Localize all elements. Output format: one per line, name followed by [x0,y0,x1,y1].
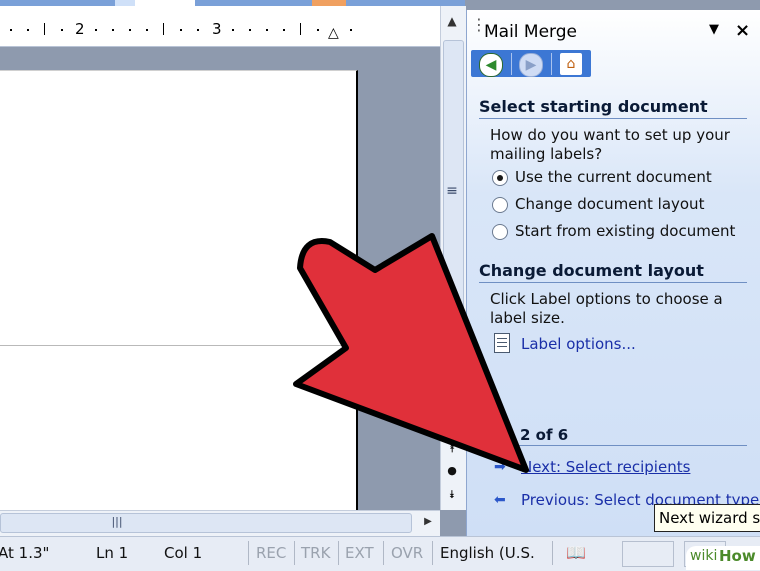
step-label: 2 of 6 [520,426,569,444]
radio-label[interactable]: Use the current document [515,168,712,186]
next-page-icon[interactable]: ⯯ [443,488,461,504]
wikihow-watermark: wiki How [686,546,760,570]
status-bar: At 1.3" Ln 1 Col 1 REC TRK EXT OVR Engli… [0,536,760,571]
radio-label[interactable]: Change document layout [515,195,704,213]
home-icon[interactable]: ⌂ [560,53,582,75]
watermark-text: wiki [690,548,718,564]
horizontal-ruler[interactable]: 2 3 △ [0,6,440,47]
forward-arrow-icon[interactable]: ▶ [519,53,543,77]
ruler-number: 2 [75,20,85,38]
scroll-up-icon[interactable]: ▲ [443,14,461,32]
radio-start-from-existing[interactable] [492,224,508,240]
previous-page-icon[interactable]: ⯭ [443,442,461,458]
label-options-icon[interactable] [494,333,510,353]
status-column: Col 1 [164,544,203,562]
select-browse-object-icon[interactable]: ● [443,464,461,480]
scroll-right-icon[interactable]: ▶ [420,513,436,531]
label-boundary-line [0,345,352,346]
radio-change-document-layout[interactable] [492,197,508,213]
grip-icon: ≡ [446,183,458,199]
radio-use-current-document[interactable] [492,170,508,186]
instruction-text: label size. [490,309,565,327]
previous-arrow-icon[interactable]: ⬅ [494,492,506,508]
status-line: Ln 1 [96,544,129,562]
section-heading: Select starting document [479,97,708,116]
next-step-link[interactable]: Next: Select recipients [521,458,690,476]
watermark-text: How [719,547,756,565]
next-arrow-icon[interactable]: ➡ [494,459,506,475]
label-options-link[interactable]: Label options... [521,335,636,353]
document-page[interactable] [0,70,358,511]
back-arrow-icon[interactable]: ◀ [479,53,503,77]
pane-title: Mail Merge [484,22,578,42]
horizontal-scroll-thumb[interactable] [0,513,412,533]
right-indent-marker-icon[interactable]: △ [328,25,339,41]
section-heading: Change document layout [479,261,704,280]
instruction-text: Click Label options to choose a [490,290,723,308]
status-language[interactable]: English (U.S. [440,541,535,565]
tooltip: Next wizard st [654,504,760,532]
status-trk[interactable]: TRK [301,541,330,565]
question-text: mailing labels? [490,145,603,163]
pane-grip-icon[interactable]: ⋮ [471,17,487,42]
pane-menu-dropdown-icon[interactable]: ▼ [709,22,719,37]
question-text: How do you want to set up your [490,126,730,144]
close-icon[interactable]: × [735,20,750,41]
grip-icon: ||| [111,515,123,528]
radio-label[interactable]: Start from existing document [515,222,735,240]
spelling-check-icon[interactable]: 📖 [566,541,586,565]
status-rec[interactable]: REC [256,541,286,565]
status-ext[interactable]: EXT [345,541,374,565]
status-ovr[interactable]: OVR [391,541,423,565]
ruler-number: 3 [212,20,222,38]
status-position: At 1.3" [0,544,50,562]
